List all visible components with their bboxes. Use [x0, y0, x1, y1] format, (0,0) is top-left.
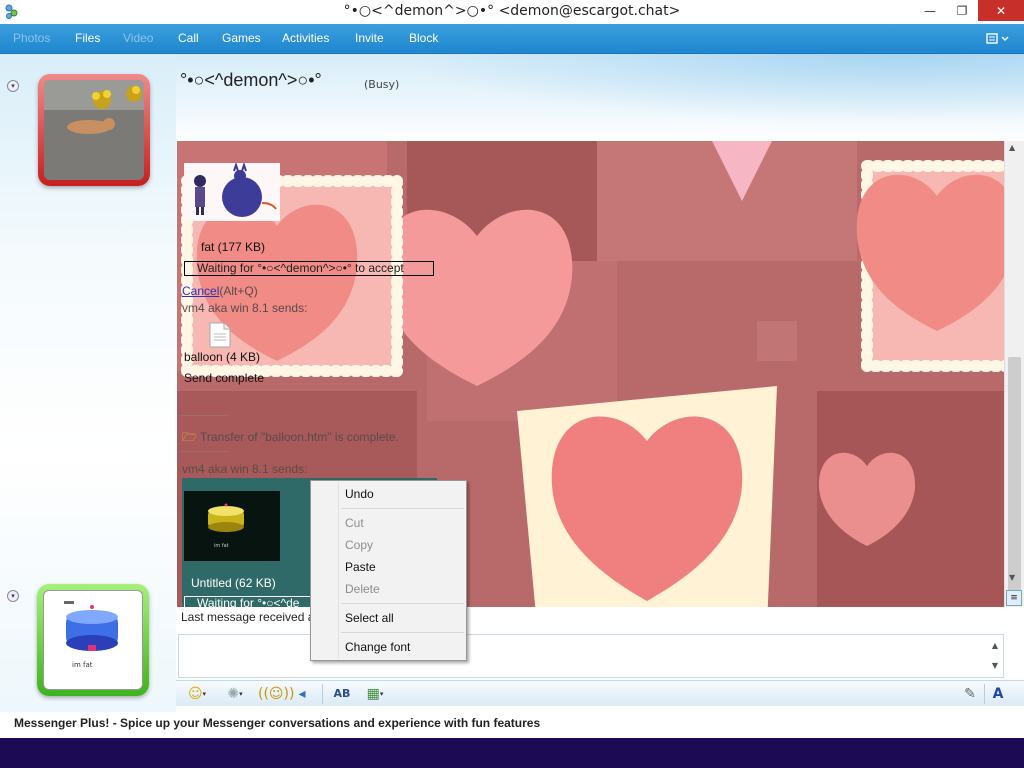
emoticon-icon[interactable]: ☺▾ — [182, 684, 212, 704]
cancel-shortcut: (Alt+Q) — [219, 284, 258, 298]
file-name-untitled: Untitled (62 KB) — [191, 576, 276, 590]
document-file-icon[interactable] — [209, 322, 231, 348]
close-button[interactable]: ✕ — [978, 0, 1024, 21]
cat-photo-icon — [44, 80, 144, 180]
voice-clip-icon[interactable]: ◂ — [292, 684, 312, 704]
header-decoration — [400, 54, 1024, 124]
scroll-down-arrow[interactable]: ▼ — [1009, 573, 1015, 582]
menu-games[interactable]: Games — [222, 31, 261, 45]
file-thumbnail-fat[interactable] — [184, 163, 280, 221]
context-change-font[interactable]: Change font — [345, 640, 410, 654]
context-menu-gutter — [338, 483, 339, 658]
sender-line-2: vm4 aka win 8.1 sends: — [182, 462, 308, 476]
maximize-button[interactable]: ❐ — [948, 0, 976, 21]
background-icon[interactable]: ▦▾ — [360, 684, 390, 704]
context-separator — [341, 632, 464, 633]
input-scroll-up[interactable]: ▲ — [988, 636, 1002, 656]
menu-activities[interactable]: Activities — [282, 31, 329, 45]
conversation-history[interactable]: fat (177 KB) Waiting for °•○<^demon^>○•°… — [177, 141, 1004, 607]
message-separator — [181, 415, 229, 416]
file-thumbnail-untitled[interactable]: im fat — [184, 491, 280, 561]
blue-balloon-icon — [64, 601, 118, 651]
menu-files[interactable]: Files — [75, 31, 100, 45]
conversation-scrollbar[interactable]: ▲ ▼ — [1004, 141, 1024, 607]
context-select-all[interactable]: Select all — [345, 611, 394, 625]
menu-video[interactable]: Video — [123, 31, 153, 45]
own-avatar[interactable]: im fat — [37, 584, 149, 696]
input-scrollbar[interactable]: ▲ ▼ — [988, 636, 1002, 676]
context-paste[interactable]: Paste — [345, 560, 376, 574]
messenger-plus-text[interactable]: Messenger Plus! - Spice up your Messenge… — [14, 716, 540, 730]
show-display-pictures-button[interactable]: ≡ — [1006, 590, 1022, 606]
window-title: °•○<^demon^>○•° <demon@escargot.chat> — [343, 3, 681, 19]
context-separator — [341, 508, 464, 509]
context-copy[interactable]: Copy — [345, 538, 373, 552]
message-separator — [181, 451, 229, 452]
menu-call[interactable]: Call — [178, 31, 199, 45]
cancel-transfer: Cancel(Alt+Q) — [182, 284, 258, 298]
context-delete[interactable]: Delete — [345, 582, 380, 596]
file-name-fat: fat (177 KB) — [201, 240, 266, 254]
messenger-plus-bar[interactable]: Messenger Plus! - Spice up your Messenge… — [0, 712, 1024, 738]
waiting-accept-status: Waiting for °•○<^demon^>○•° to accept — [184, 261, 434, 276]
contact-name: °•○<^demon^>○•° — [180, 70, 322, 90]
input-scroll-down[interactable]: ▼ — [988, 656, 1002, 676]
menu-invite[interactable]: Invite — [355, 31, 384, 45]
menu-block[interactable]: Block — [409, 31, 438, 45]
nudge-icon[interactable]: ((☺)) — [258, 684, 294, 704]
text-format-icon[interactable]: A — [988, 684, 1008, 704]
menu-photos[interactable]: Photos — [13, 31, 50, 45]
font-icon[interactable]: AB — [332, 684, 352, 704]
title-bar: °•○<^demon^>○•° <demon@escargot.chat> — … — [0, 0, 1024, 24]
cancel-link[interactable]: Cancel — [182, 284, 219, 298]
conversation-messages: fat (177 KB) Waiting for °•○<^demon^>○•°… — [177, 141, 1004, 607]
scroll-up-arrow[interactable]: ▲ — [1009, 143, 1015, 152]
menu-bar: Photos Files Video Call Games Activities… — [0, 24, 1024, 54]
context-cut[interactable]: Cut — [345, 516, 364, 530]
collapse-own-picture-icon[interactable]: ▾ — [7, 590, 19, 602]
folder-icon: 🗁 — [182, 430, 197, 444]
transfer-complete-line: 🗁 Transfer of "balloon.htm" is complete. — [182, 428, 399, 449]
options-menu-icon[interactable] — [984, 30, 1012, 48]
contact-status: (Busy) — [364, 78, 400, 91]
own-avatar-caption: im fat — [72, 661, 93, 669]
context-undo[interactable]: Undo — [345, 487, 374, 501]
toolbar-separator — [322, 684, 323, 704]
sender-line-1: vm4 aka win 8.1 sends: — [182, 301, 308, 315]
contact-avatar-image — [44, 80, 144, 180]
send-complete-status: Send complete — [184, 371, 265, 385]
file-name-balloon: balloon (4 KB) — [184, 350, 261, 364]
last-message-status: Last message received at — [181, 610, 318, 624]
own-avatar-image: im fat — [43, 590, 143, 690]
formatting-toolbar: ☺▾ ✺▾ ((☺)) ◂ AB ▦▾ ✎ A — [176, 680, 1024, 706]
context-menu: Undo Cut Copy Paste Delete Select all Ch… — [310, 480, 467, 661]
contact-avatar[interactable] — [38, 74, 150, 186]
minimize-button[interactable]: — — [916, 0, 944, 21]
message-input[interactable] — [178, 634, 1004, 678]
transfer-complete-text: Transfer of "balloon.htm" is complete. — [200, 430, 399, 444]
thumbnail-caption: im fat — [214, 543, 229, 549]
handwriting-icon[interactable]: ✎ — [960, 684, 980, 704]
collapse-contact-picture-icon[interactable]: ▾ — [7, 80, 19, 92]
wink-icon[interactable]: ✺▾ — [220, 684, 250, 704]
context-separator — [341, 603, 464, 604]
toolbar-separator — [984, 684, 985, 704]
taskbar — [0, 738, 1024, 768]
scroll-thumb[interactable] — [1008, 357, 1021, 597]
